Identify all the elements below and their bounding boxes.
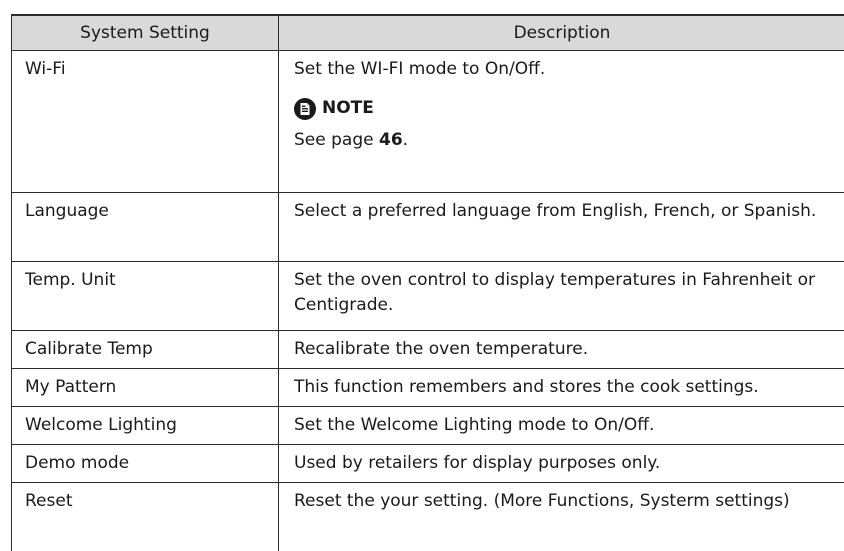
note-heading: NOTE — [294, 96, 833, 121]
setting-description: Set the oven control to display temperat… — [279, 262, 844, 331]
setting-description: Used by retailers for display purposes o… — [279, 445, 844, 483]
setting-description: Set the WI-FI mode to On/Off. — [294, 57, 833, 82]
setting-name: Language — [12, 193, 279, 262]
table-row: Temp. Unit Set the oven control to displ… — [12, 262, 844, 331]
setting-name: My Pattern — [12, 369, 279, 407]
table-header-row: System Setting Description — [12, 15, 844, 51]
header-description: Description — [279, 15, 844, 51]
setting-name: Wi-Fi — [12, 51, 279, 193]
note-document-icon — [294, 98, 316, 120]
note-text-after: . — [403, 130, 408, 150]
setting-description: Recalibrate the oven temperature. — [279, 331, 844, 369]
setting-name: Temp. Unit — [12, 262, 279, 331]
table-row: Reset Reset the your setting. (More Func… — [12, 483, 844, 551]
page-reference-link[interactable]: 46 — [379, 130, 403, 150]
table-row: Calibrate Temp Recalibrate the oven temp… — [12, 331, 844, 369]
setting-description: This function remembers and stores the c… — [279, 369, 844, 407]
setting-name: Reset — [12, 483, 279, 551]
setting-description: Reset the your setting. (More Functions,… — [279, 483, 844, 551]
setting-description: Select a preferred language from English… — [279, 193, 844, 262]
system-settings-table: System Setting Description Wi-Fi Set the… — [11, 14, 844, 551]
table-row: Language Select a preferred language fro… — [12, 193, 844, 262]
header-system-setting: System Setting — [12, 15, 279, 51]
note-text-before: See page — [294, 130, 379, 150]
setting-name: Welcome Lighting — [12, 407, 279, 445]
table-row: Welcome Lighting Set the Welcome Lightin… — [12, 407, 844, 445]
setting-name: Demo mode — [12, 445, 279, 483]
setting-name: Calibrate Temp — [12, 331, 279, 369]
note-label: NOTE — [322, 96, 374, 121]
setting-description-cell: Set the WI-FI mode to On/Off. NOTE See p… — [279, 51, 844, 193]
table-row: My Pattern This function remembers and s… — [12, 369, 844, 407]
table-row: Wi-Fi Set the WI-FI mode to On/Off. NOTE… — [12, 51, 844, 193]
note-text: See page 46. — [294, 128, 833, 153]
table-row: Demo mode Used by retailers for display … — [12, 445, 844, 483]
setting-description: Set the Welcome Lighting mode to On/Off. — [279, 407, 844, 445]
